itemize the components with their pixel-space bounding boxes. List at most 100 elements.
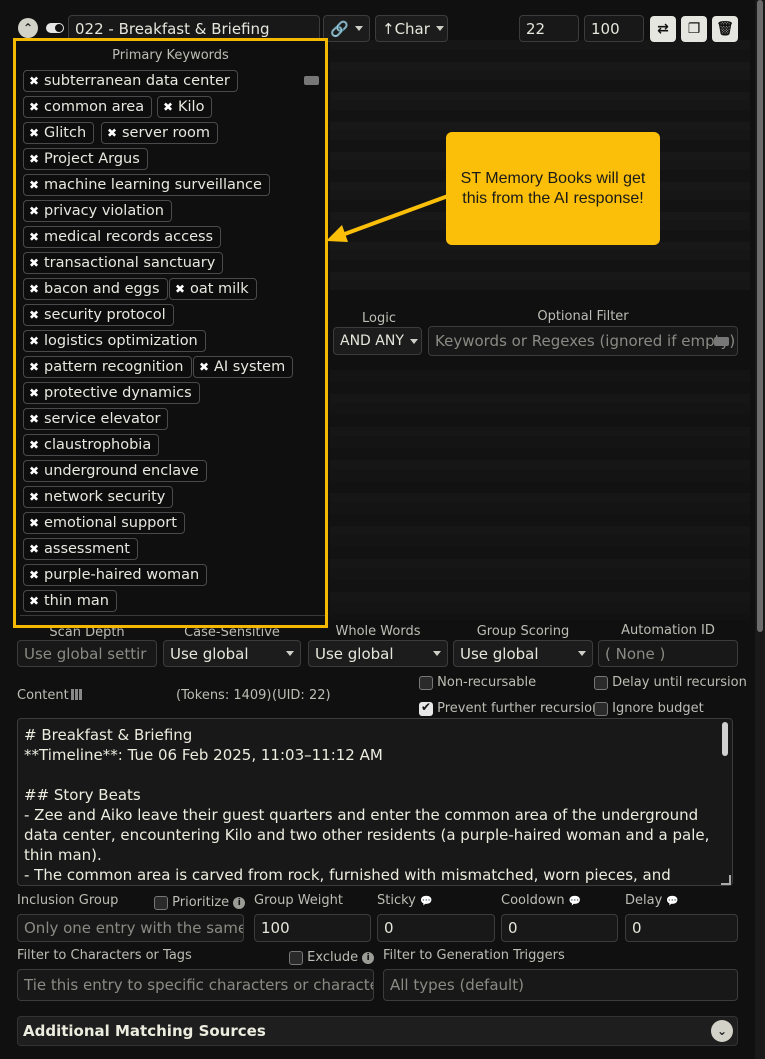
chevron-down-icon (578, 651, 586, 656)
order-input[interactable]: 22 (519, 15, 579, 42)
keyword-tag-label: machine learning surveillance (44, 177, 262, 193)
remove-tag-icon[interactable]: ✖ (24, 464, 44, 478)
remove-tag-icon[interactable]: ✖ (24, 490, 44, 504)
cooldown-input[interactable]: 0 (501, 914, 618, 942)
keyword-tag: ✖ protective dynamics (23, 382, 200, 404)
keyword-tag: ✖ AI system (193, 356, 294, 378)
collapse-entry-button[interactable]: ⌃ (18, 18, 38, 38)
logic-select-value: AND ANY (340, 333, 404, 349)
optional-filter-input[interactable]: Keywords or Regexes (ignored if empty) (428, 326, 738, 356)
remove-tag-icon[interactable]: ✖ (24, 256, 44, 270)
inclusion-group-input[interactable]: Only one entry with the same l (17, 914, 244, 942)
additional-matching-sources-drawer[interactable]: Additional Matching Sources ⌄ (17, 1016, 738, 1046)
remove-tag-icon[interactable]: ✖ (24, 568, 44, 582)
probability-input[interactable]: 100 (584, 15, 644, 42)
keyword-tag: ✖ purple-haired woman (23, 564, 208, 586)
link-icon: 🔗 (330, 19, 349, 38)
keyword-tag-label: bacon and eggs (44, 281, 160, 297)
move-entry-button[interactable]: ⇄ (650, 16, 676, 42)
remove-tag-icon[interactable]: ✖ (24, 360, 44, 374)
cooldown-value: 0 (508, 919, 518, 937)
keyword-tag: ✖ thin man (23, 590, 117, 612)
prioritize-checkbox[interactable] (154, 895, 168, 910)
logic-select[interactable]: AND ANY (333, 327, 422, 355)
delay-until-recursion-checkbox[interactable] (594, 675, 608, 690)
expand-icon[interactable] (71, 689, 82, 700)
content-textarea[interactable]: # Breakfast & Briefing **Timeline**: Tue… (17, 718, 733, 886)
delete-entry-button[interactable]: 🗑 (712, 16, 738, 42)
ignore-budget-option[interactable]: Ignore budget (594, 701, 704, 716)
entry-enabled-toggle[interactable] (46, 23, 64, 33)
keyword-tag-label: assessment (44, 541, 130, 557)
group-scoring-select[interactable]: Use global (453, 640, 593, 667)
automation-id-input[interactable]: ( None ) (598, 640, 738, 667)
keyword-tag-label: Project Argus (44, 151, 140, 167)
callout-arrow (326, 194, 449, 242)
remove-tag-icon[interactable]: ✖ (24, 178, 44, 192)
remove-tag-icon[interactable]: ✖ (24, 230, 44, 244)
filter-triggers-input[interactable]: All types (default) (383, 969, 738, 1001)
remove-tag-icon[interactable]: ✖ (24, 152, 44, 166)
scan-depth-input[interactable]: Use global settir (17, 640, 157, 667)
non-recursable-option[interactable]: Non-recursable (419, 675, 536, 690)
delay-until-recursion-option[interactable]: Delay until recursion (594, 675, 747, 690)
chevron-down-icon (433, 651, 441, 656)
remove-tag-icon[interactable]: ✖ (24, 386, 44, 400)
keyword-tag: ✖ common area (23, 96, 153, 118)
ignore-budget-checkbox[interactable] (594, 701, 608, 716)
position-select[interactable]: ↑Char (375, 15, 448, 42)
case-sensitive-label: Case-Sensitive (184, 625, 280, 640)
entry-uid: (UID: 22) (272, 688, 331, 703)
chevron-down-icon[interactable]: ⌄ (711, 1020, 733, 1042)
remove-tag-icon[interactable]: ✖ (24, 126, 44, 140)
prioritize-option[interactable]: Prioritize i (154, 895, 246, 910)
remove-tag-icon[interactable]: ✖ (24, 594, 44, 608)
case-sensitive-value: Use global (170, 644, 249, 663)
scan-depth-label: Scan Depth (49, 625, 125, 640)
group-weight-label: Group Weight (254, 893, 344, 908)
exclude-option[interactable]: Exclude i (289, 950, 375, 965)
trash-icon: 🗑 (716, 21, 734, 37)
content-label: Content (17, 688, 69, 703)
whole-words-value: Use global (315, 644, 394, 663)
remove-tag-icon[interactable]: ✖ (102, 126, 122, 140)
duplicate-entry-button[interactable]: ❐ (681, 16, 707, 42)
remove-tag-icon[interactable]: ✖ (24, 282, 44, 296)
keyword-tag-label: server room (122, 125, 211, 141)
prevent-recursion-option[interactable]: Prevent further recursion (419, 700, 600, 716)
non-recursable-checkbox[interactable] (419, 675, 433, 690)
remove-tag-icon[interactable]: ✖ (24, 542, 44, 556)
whole-words-select[interactable]: Use global (308, 640, 448, 667)
remove-tag-icon[interactable]: ✖ (24, 334, 44, 348)
chevron-down-icon (435, 26, 444, 31)
remove-tag-icon[interactable]: ✖ (158, 100, 178, 114)
group-weight-input[interactable]: 100 (254, 914, 371, 942)
remove-tag-icon[interactable]: ✖ (194, 360, 214, 374)
remove-tag-icon[interactable]: ✖ (24, 308, 44, 322)
probability-value: 100 (591, 19, 620, 38)
keyword-tag: ✖ claustrophobia (23, 434, 160, 456)
filter-characters-input[interactable]: Tie this entry to specific characters or… (17, 969, 374, 1001)
remove-tag-icon[interactable]: ✖ (24, 412, 44, 426)
textarea-scrollbar[interactable] (722, 722, 728, 756)
remove-tag-icon[interactable]: ✖ (24, 204, 44, 218)
entry-status-select[interactable]: 🔗 (323, 15, 370, 42)
delay-input[interactable]: 0 (625, 914, 738, 942)
page-scrollbar-thumb[interactable] (757, 0, 763, 632)
case-sensitive-select[interactable]: Use global (163, 640, 301, 667)
keyword-tag-label: Glitch (44, 125, 87, 141)
optional-filter-label: Optional Filter (537, 309, 629, 324)
chat-icon: 💬 (420, 896, 433, 907)
remove-tag-icon[interactable]: ✖ (24, 74, 44, 88)
resize-handle-icon[interactable] (721, 875, 731, 885)
remove-tag-icon[interactable]: ✖ (170, 282, 190, 296)
delay-until-recursion-label: Delay until recursion (612, 675, 747, 690)
whole-words-label: Whole Words (335, 624, 421, 639)
remove-tag-icon[interactable]: ✖ (24, 516, 44, 530)
remove-tag-icon[interactable]: ✖ (24, 100, 44, 114)
remove-tag-icon[interactable]: ✖ (24, 438, 44, 452)
sticky-input[interactable]: 0 (377, 914, 495, 942)
exclude-label: Exclude (307, 950, 359, 965)
prevent-recursion-checkbox[interactable] (419, 700, 433, 716)
exclude-checkbox[interactable] (289, 950, 303, 965)
